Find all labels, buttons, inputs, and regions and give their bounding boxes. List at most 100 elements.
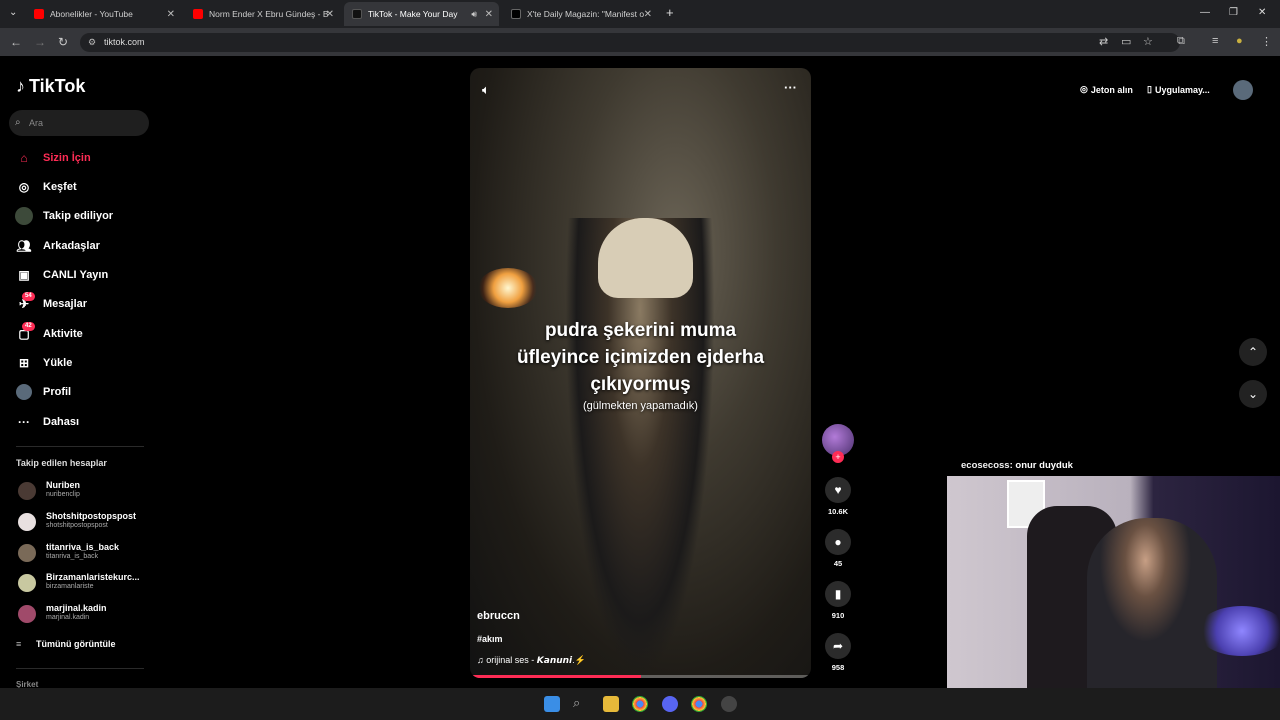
get-app-button[interactable]: ▯ Uygulamay... (1147, 84, 1210, 95)
get-coins-button[interactable]: ◎ Jeton alın (1080, 84, 1133, 95)
video-sound[interactable]: ♫ orijinal ses - 𝙆𝙖𝙣𝙪𝙣𝙞.⚡ (477, 655, 586, 666)
close-icon[interactable]: ✕ (167, 9, 175, 20)
translate-icon[interactable]: ⇄ (1099, 35, 1108, 48)
get-app-label: Uygulamay... (1154, 84, 1210, 95)
restore-icon[interactable]: ❐ (1229, 7, 1238, 18)
video-caption-line: üfleyince içimizden ejderha (516, 347, 765, 368)
nav-activity[interactable]: ▢ 42 Aktivite (0, 322, 150, 346)
cast-icon[interactable]: ▭ (1121, 35, 1131, 48)
video-caption-line: çıkıyormuş (590, 374, 691, 395)
nav-profile[interactable]: Profil (0, 380, 150, 404)
reload-icon[interactable]: ↻ (58, 35, 68, 49)
nav-messages[interactable]: ✈ 54 Mesajlar (0, 292, 150, 316)
upload-icon: ⊞ (18, 356, 30, 370)
tab-youtube-video[interactable]: Norm Ender X Ebru Gündeş - B ✕ (185, 4, 340, 24)
previous-video-button[interactable]: ⌃ (1239, 338, 1267, 366)
following-account[interactable]: Birzamanlaristekurc... birzamanlariste (16, 572, 156, 600)
account-name: titanriva_is_back (46, 542, 120, 552)
url-field[interactable]: ⚙ tiktok.com (80, 33, 1180, 52)
nav-label: Arkadaşlar (43, 240, 100, 252)
like-button[interactable]: ♥ 10.6K (821, 477, 855, 516)
user-avatar[interactable] (1233, 80, 1253, 100)
video-progress-bar[interactable] (470, 675, 811, 678)
tab-youtube-subscriptions[interactable]: Abonelikler - YouTube ✕ (26, 4, 181, 24)
menu-icon[interactable]: ⋮ (1261, 35, 1272, 48)
windows-start-icon[interactable] (544, 696, 560, 712)
chrome-icon[interactable] (632, 696, 648, 712)
youtube-icon (34, 9, 44, 19)
following-account[interactable]: Nuriben nuribenclip (16, 480, 156, 508)
account-name: marjinal.kadin (46, 603, 107, 613)
following-account[interactable]: Shotshitpostopspost shotshitpostopspost (16, 511, 156, 539)
see-all-button[interactable]: ≡ Tümünü görüntüle (16, 639, 115, 649)
account-handle: nuribenclip (46, 491, 80, 498)
account-handle: shotshitpostopspost (46, 522, 108, 529)
nav-more[interactable]: ··· Dahası (0, 410, 150, 434)
share-button[interactable]: ➦ 958 (821, 633, 855, 672)
media-control-icon[interactable]: ≡ (1212, 35, 1218, 47)
extensions-icon[interactable]: ⧉ (1177, 35, 1185, 48)
tab-x[interactable]: X'te Daily Magazin: "Manifest o ✕ (503, 4, 658, 24)
profile-avatar-icon[interactable]: ● (1236, 35, 1243, 47)
url-text: tiktok.com (104, 37, 145, 47)
obs-icon[interactable] (721, 696, 737, 712)
new-tab-button[interactable]: + (666, 5, 674, 20)
following-account[interactable]: marjinal.kadin marjinal.kadin (16, 603, 156, 631)
close-icon[interactable]: ✕ (644, 9, 652, 20)
file-explorer-icon[interactable] (603, 696, 619, 712)
close-icon[interactable]: ✕ (485, 9, 493, 20)
avatar (18, 605, 36, 623)
nav-upload[interactable]: ⊞ Yükle (0, 351, 150, 375)
nav-live[interactable]: ▣ CANLI Yayın (0, 263, 150, 287)
nav-label: Keşfet (43, 181, 77, 193)
nav-label: CANLI Yayın (43, 269, 109, 281)
video-subcaption: (gülmekten yapamadık) (583, 400, 698, 412)
following-account[interactable]: titanriva_is_back titanriva_is_back (16, 542, 156, 570)
following-icon (15, 207, 33, 225)
minimize-icon[interactable]: — (1200, 7, 1210, 18)
tab-search-icon[interactable]: ⌄ (9, 7, 17, 18)
avatar (18, 513, 36, 531)
video-author[interactable]: ebruccn (477, 610, 520, 622)
forward-icon[interactable]: → (34, 35, 46, 49)
back-icon[interactable]: ← (10, 35, 22, 49)
bookmark-star-icon[interactable]: ☆ (1143, 35, 1153, 48)
windows-taskbar: ⌕ (0, 688, 1280, 720)
share-icon: ➦ (825, 633, 851, 659)
search-input[interactable]: ⌕ Ara (9, 110, 149, 136)
nav-following[interactable]: Takip ediliyor (0, 204, 150, 228)
tab-title: Abonelikler - YouTube (50, 9, 133, 19)
messages-badge: 54 (22, 292, 35, 301)
chrome-icon-active[interactable] (691, 696, 707, 712)
nav-label: Profil (43, 386, 72, 398)
close-window-icon[interactable]: ✕ (1258, 7, 1266, 18)
nav-label: Dahası (43, 416, 80, 428)
close-icon[interactable]: ✕ (326, 9, 334, 20)
comment-button[interactable]: ● 45 (821, 529, 855, 568)
nav-for-you[interactable]: ⌂ Sizin İçin (0, 146, 150, 170)
video-hat (598, 218, 693, 298)
save-button[interactable]: ▮ 910 (821, 581, 855, 620)
nav-explore[interactable]: ◎ Keşfet (0, 175, 150, 199)
video-hashtag[interactable]: #akım (477, 634, 503, 644)
discord-icon[interactable] (662, 696, 678, 712)
tab-tiktok[interactable]: TikTok - Make Your Day 🔊︎ ✕ (344, 2, 499, 26)
nav-friends[interactable]: 👥︎ Arkadaşlar (0, 234, 150, 258)
sound-name: orijinal ses - 𝙆𝙖𝙣𝙪𝙣𝙞.⚡ (486, 655, 586, 665)
video-progress-fill (470, 675, 641, 678)
video-candle-flame (478, 268, 538, 308)
account-name: Shotshitpostopspost (46, 511, 136, 521)
tab-title: TikTok - Make Your Day (368, 9, 458, 19)
speaker-icon[interactable]: 🔊︎ (471, 9, 477, 20)
site-info-icon[interactable]: ⚙ (88, 33, 96, 52)
volume-icon[interactable]: 🔈︎ (482, 82, 490, 98)
next-video-button[interactable]: ⌄ (1239, 380, 1267, 408)
tiktok-logo[interactable]: ♪ TikTok (16, 76, 85, 97)
follow-plus-icon[interactable]: + (832, 451, 844, 463)
search-icon[interactable]: ⌕ (573, 695, 589, 711)
more-options-icon[interactable]: ··· (784, 80, 797, 95)
address-bar-row: ← → ↻ ⚙ tiktok.com ⇄ ▭ ☆ ⧉ ≡ ● ⋮ (0, 28, 1280, 56)
video-player[interactable]: 🔈︎ ··· pudra şekerini muma üfleyince içi… (470, 68, 811, 678)
save-count: 910 (831, 611, 845, 620)
compass-icon: ◎ (18, 180, 30, 194)
